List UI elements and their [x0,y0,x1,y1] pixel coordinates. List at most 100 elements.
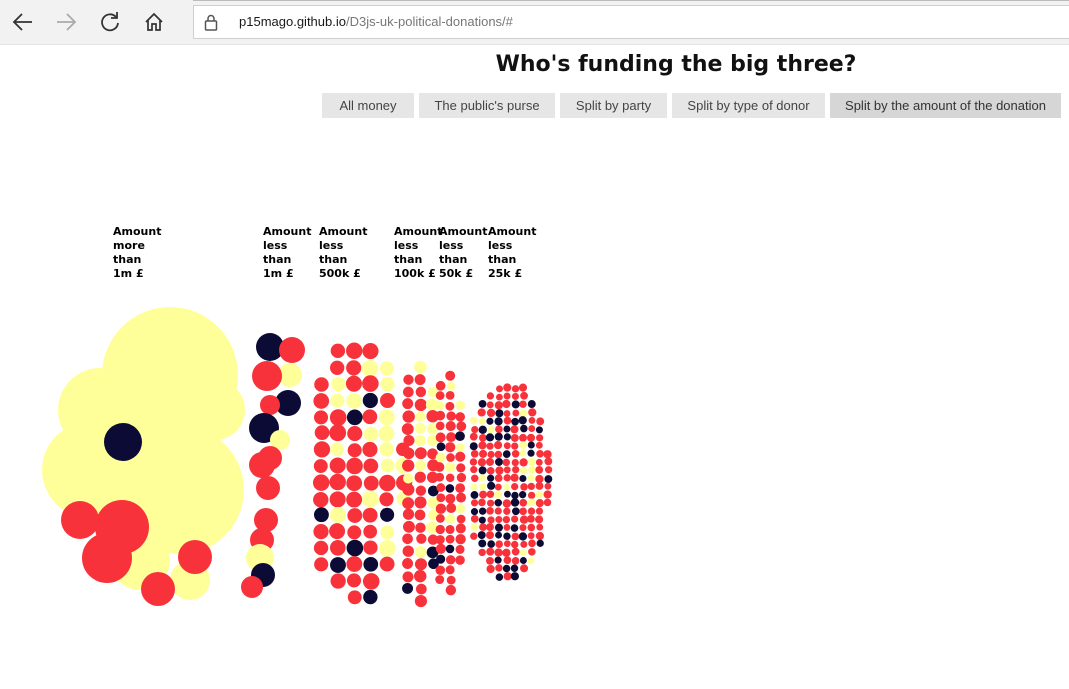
donation-bubble[interactable] [486,442,494,450]
donation-bubble[interactable] [435,391,445,400]
donation-bubble[interactable] [363,475,379,491]
donation-bubble[interactable] [528,457,536,466]
donation-bubble[interactable] [469,416,478,425]
donation-bubble[interactable] [478,539,487,548]
donation-bubble[interactable] [503,425,511,433]
donation-bubble[interactable] [543,490,552,499]
donation-bubble[interactable] [313,459,328,474]
donation-bubble[interactable] [415,386,427,398]
donation-bubble[interactable] [511,392,519,400]
donation-bubble[interactable] [503,556,512,565]
donation-bubble[interactable] [511,385,520,393]
donation-bubble[interactable] [279,337,305,363]
donation-bubble[interactable] [535,490,543,499]
donation-bubble[interactable] [435,380,446,391]
donation-bubble[interactable] [543,450,552,459]
donation-bubble[interactable] [445,514,456,524]
donation-bubble[interactable] [402,582,414,594]
donation-bubble[interactable] [445,524,455,535]
donation-bubble[interactable] [313,507,329,523]
donation-bubble[interactable] [494,483,502,491]
donation-bubble[interactable] [435,472,445,482]
donation-bubble[interactable] [535,499,544,508]
donation-bubble[interactable] [415,522,426,533]
donation-bubble[interactable] [402,459,415,472]
donation-bubble[interactable] [362,375,379,392]
donation-bubble[interactable] [511,458,519,467]
donation-bubble[interactable] [535,482,544,490]
donation-bubble[interactable] [329,360,345,375]
donation-bubble[interactable] [402,483,415,496]
all-money-button[interactable]: All money [322,93,414,118]
donation-bubble[interactable] [434,462,445,472]
donation-bubble[interactable] [478,417,486,425]
donation-bubble[interactable] [363,557,379,572]
donation-bubble[interactable] [254,508,278,532]
donation-bubble[interactable] [511,557,520,565]
donation-bubble[interactable] [535,507,544,515]
donation-bubble[interactable] [414,546,427,559]
donation-bubble[interactable] [455,555,465,565]
donation-bubble[interactable] [379,556,395,572]
donation-bubble[interactable] [519,524,527,532]
donation-bubble[interactable] [378,425,395,442]
donation-bubble[interactable] [436,554,446,564]
donation-bubble[interactable] [445,493,456,504]
donation-bubble[interactable] [528,416,536,424]
donation-bubble[interactable] [415,583,427,595]
donation-bubble[interactable] [415,460,426,471]
donation-bubble[interactable] [445,462,456,473]
donation-bubble[interactable] [528,465,537,474]
donation-bubble[interactable] [471,474,479,483]
donation-bubble[interactable] [435,452,446,463]
donation-bubble[interactable] [479,483,487,491]
donation-bubble[interactable] [380,393,396,409]
donation-bubble[interactable] [330,573,346,589]
donation-bubble[interactable] [510,572,519,581]
donation-bubble[interactable] [379,361,395,376]
donation-bubble[interactable] [519,491,527,499]
donation-bubble[interactable] [512,409,520,417]
donation-bubble[interactable] [414,398,428,412]
donation-bubble[interactable] [477,408,486,417]
donation-bubble[interactable] [362,573,380,590]
donation-bubble[interactable] [402,558,414,570]
donation-bubble[interactable] [496,393,503,401]
donation-bubble[interactable] [435,400,445,411]
donation-bubble[interactable] [435,503,447,514]
address-bar[interactable]: p15mago.github.io/D3js-uk-political-dona… [193,5,1069,39]
donation-bubble[interactable] [511,417,519,426]
donation-bubble[interactable] [402,386,414,398]
donation-bubble[interactable] [520,391,528,400]
donation-bubble[interactable] [495,466,504,475]
donation-bubble[interactable] [363,524,378,539]
donation-bubble[interactable] [494,432,503,441]
donation-bubble[interactable] [469,458,478,466]
donation-bubble[interactable] [345,375,362,392]
donation-bubble[interactable] [495,564,503,572]
split-by-donor-type-button[interactable]: Split by type of donor [672,93,825,118]
donation-bubble[interactable] [402,508,415,520]
donation-bubble[interactable] [455,412,466,422]
refresh-icon[interactable] [94,6,126,38]
donation-bubble[interactable] [379,442,395,457]
donation-bubble[interactable] [329,409,347,426]
donation-bubble[interactable] [330,507,347,523]
donation-bubble[interactable] [519,409,528,418]
donation-bubble[interactable] [527,491,536,500]
donation-bubble[interactable] [520,564,529,573]
donation-bubble[interactable] [535,515,544,524]
donation-bubble[interactable] [470,499,479,507]
donation-bubble[interactable] [445,544,455,554]
donation-bubble[interactable] [256,476,280,500]
donation-bubble[interactable] [519,400,527,408]
donation-bubble[interactable] [512,465,520,474]
donation-bubble[interactable] [503,474,511,482]
donation-bubble[interactable] [527,474,535,482]
donation-bubble[interactable] [329,491,346,508]
donation-bubble[interactable] [346,360,362,376]
donation-bubble[interactable] [361,360,379,377]
donation-bubble[interactable] [445,473,455,483]
donation-bubble[interactable] [510,473,519,482]
donation-bubble[interactable] [402,533,413,545]
